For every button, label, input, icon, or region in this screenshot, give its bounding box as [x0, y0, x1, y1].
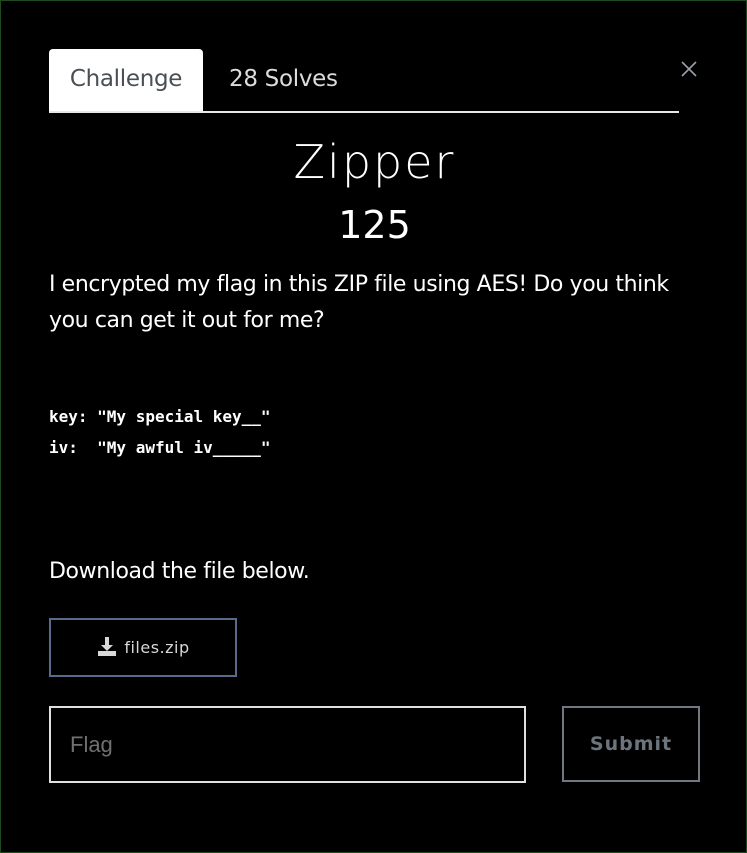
download-icon — [96, 635, 118, 661]
challenge-description: I encrypted my flag in this ZIP file usi… — [49, 272, 669, 333]
challenge-points: 125 — [338, 203, 411, 247]
download-file-button[interactable]: files.zip — [49, 618, 237, 677]
close-icon[interactable] — [677, 57, 701, 81]
tab-challenge[interactable]: Challenge — [49, 49, 203, 111]
code-line-iv: iv: "My awful iv_____" — [49, 438, 271, 457]
flag-input[interactable] — [49, 706, 526, 783]
download-file-label: files.zip — [124, 638, 190, 657]
challenge-tabs: Challenge 28 Solves — [49, 49, 679, 113]
code-line-key: key: "My special key__" — [49, 407, 271, 426]
download-instructions: Download the file below. — [49, 559, 310, 584]
challenge-title: Zipper — [293, 135, 456, 189]
code-block: key: "My special key__" iv: "My awful iv_… — [49, 401, 271, 463]
tab-solves[interactable]: 28 Solves — [229, 49, 338, 111]
submit-button[interactable]: Submit — [562, 706, 700, 782]
challenge-modal: Challenge 28 Solves Zipper 125 I encrypt… — [0, 0, 747, 853]
